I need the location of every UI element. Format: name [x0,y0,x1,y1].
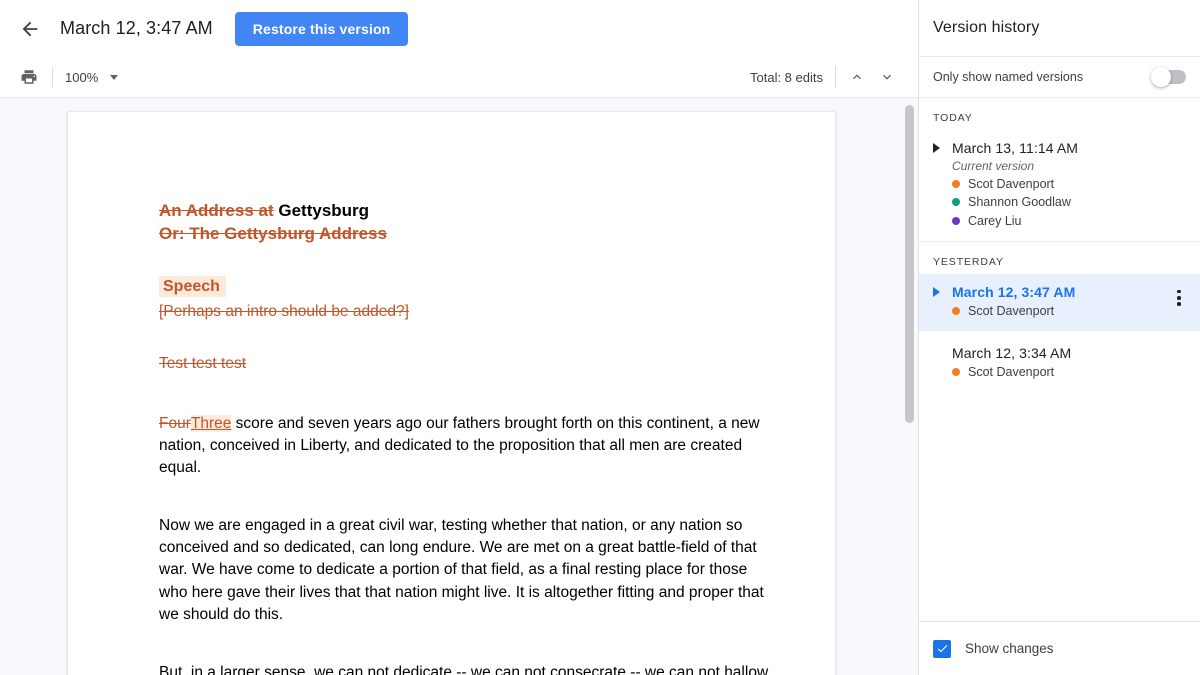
version-date: March 12, 3:34 AM [952,345,1072,361]
version-authors: Scot Davenport [952,303,1186,319]
toggle-knob [1151,67,1171,87]
show-changes-checkbox[interactable] [933,639,951,658]
document-scrollbar[interactable] [905,103,914,675]
version-date: March 12, 3:47 AM [952,283,1076,300]
toolbar-right-group: Total: 8 edits [750,62,918,92]
zoom-level-value[interactable]: 100% [63,70,100,85]
version-item-march-13[interactable]: March 13, 11:14 AM Current version Scot … [919,130,1200,241]
version-date: March 13, 11:14 AM [952,140,1079,156]
version-item-march-12-334[interactable]: March 12, 3:34 AM Scot Davenport [919,331,1200,392]
author-entry: Carey Liu [952,213,1186,229]
doc-p1-deleted: Four [159,414,191,432]
only-named-versions-toggle[interactable] [1151,67,1186,87]
doc-subtitle-deleted: Or: The Gettysburg Address [159,223,387,243]
version-group-label-yesterday: YESTERDAY [933,255,1004,268]
show-changes-label: Show changes [965,641,1054,656]
toolbar-divider [52,67,53,87]
doc-test-line: Test test test [159,353,769,375]
version-history-title: Version history [919,0,1200,57]
doc-title-deleted: An Address at [159,201,274,220]
version-history-panel: Version history Only show named versions… [918,0,1200,675]
doc-test-deleted: Test test test [159,354,247,372]
author-color-dot [952,216,960,225]
current-version-label: Current version [952,159,1035,173]
author-name: Scot Davenport [968,365,1055,379]
document-area: March 12, 3:47 AM Restore this version 1… [0,0,918,675]
expand-triangle-icon[interactable] [933,286,940,297]
author-color-dot [952,198,960,207]
author-name: Carey Liu [968,213,1022,228]
author-name: Scot Davenport [968,177,1055,191]
author-entry: Scot Davenport [952,364,1186,380]
restore-this-version-button[interactable]: Restore this version [234,11,409,46]
document-page: An Address at Gettysburg Or: The Gettysb… [68,112,835,675]
top-bar: March 12, 3:47 AM Restore this version [0,0,918,57]
version-item-march-12-347[interactable]: March 12, 3:47 AM Scot Davenport [919,273,1200,331]
print-icon[interactable] [16,64,42,90]
author-entry: Scot Davenport [952,176,1186,192]
kebab-dot [1177,289,1181,294]
document-toolbar: 100% Total: 8 edits [0,57,918,98]
doc-note-line: [Perhaps an intro should be added?] [159,301,769,323]
kebab-dot [1177,302,1181,306]
doc-subtitle-line: Or: The Gettysburg Address [159,223,769,246]
previous-edit-button[interactable] [842,62,872,92]
back-arrow-icon[interactable] [12,11,48,47]
version-item-row: March 13, 11:14 AM [933,140,1186,156]
author-color-dot [952,180,960,189]
author-entry: Shannon Goodlaw [952,194,1186,210]
author-entry: Scot Davenport [952,303,1186,319]
next-edit-button[interactable] [872,62,902,92]
total-edits-label: Total: 8 edits [750,69,823,85]
kebab-dot [1177,296,1181,300]
doc-title-line: An Address at Gettysburg [159,200,769,223]
document-canvas: An Address at Gettysburg Or: The Gettysb… [0,98,918,675]
version-item-row: March 12, 3:34 AM [933,345,1186,361]
author-color-dot [952,306,960,315]
doc-paragraph-2: Now we are engaged in a great civil war,… [159,517,764,623]
more-options-icon[interactable] [1168,286,1190,310]
doc-heading-highlighted: Speech [159,275,226,297]
toolbar-divider-2 [835,66,836,88]
author-name: Shannon Goodlaw [968,195,1071,210]
only-named-versions-label: Only show named versions [933,70,1084,84]
toolbar-left-group: 100% [0,64,119,90]
page-title: March 12, 3:47 AM [60,18,213,38]
version-history-screen: March 12, 3:47 AM Restore this version 1… [0,0,1200,675]
doc-heading-line: Speech [159,275,769,299]
version-item-row: March 12, 3:47 AM [933,284,1186,300]
chevron-down-icon[interactable] [110,74,119,80]
doc-paragraph-3: But, in a larger sense, we can not dedic… [159,663,769,675]
doc-p1-inserted: Three [190,414,232,432]
doc-note-deleted: [Perhaps an intro should be added?] [159,302,409,320]
doc-p1-rest: score and seven years ago our fathers br… [159,414,760,476]
document-scrollbar-thumb[interactable] [905,105,914,423]
author-name: Scot Davenport [968,303,1055,318]
version-history-footer: Show changes [919,621,1200,675]
only-named-versions-row: Only show named versions [919,57,1200,98]
doc-title-word: Gettysburg [278,201,370,220]
version-group-label-today: TODAY [933,112,973,124]
author-color-dot [952,368,960,377]
expand-triangle-icon[interactable] [933,143,940,153]
doc-paragraph-1: FourThree score and seven years ago our … [159,413,769,479]
document-body: An Address at Gettysburg Or: The Gettysb… [68,112,835,675]
version-authors: Scot Davenport Shannon Goodlaw Carey Liu [952,176,1186,229]
version-authors: Scot Davenport [952,364,1186,380]
